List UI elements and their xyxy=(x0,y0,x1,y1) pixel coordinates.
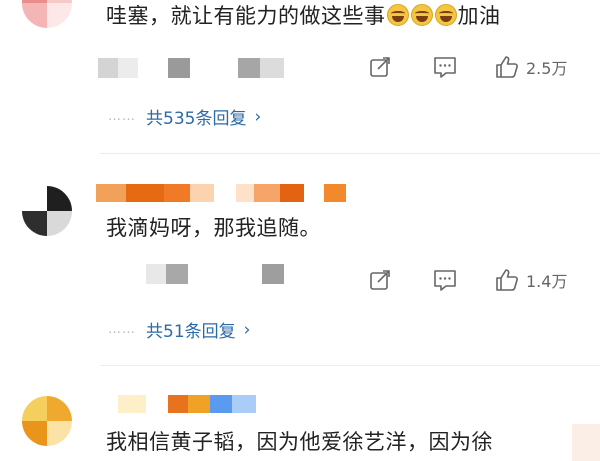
like-count: 1.4万 xyxy=(526,272,568,291)
share-button[interactable] xyxy=(368,55,392,79)
reply-count-text: 共51条回复 xyxy=(146,322,236,342)
reply-dots: …… xyxy=(108,322,136,337)
divider xyxy=(100,365,600,366)
view-replies-link[interactable]: …… 共51条回复 › xyxy=(108,317,251,343)
avatar[interactable] xyxy=(22,186,72,236)
chevron-right-icon: › xyxy=(243,319,251,340)
text-fade-overlay xyxy=(572,424,600,461)
avatar[interactable] xyxy=(22,396,72,446)
avatar[interactable] xyxy=(22,0,72,28)
reply-dots: …… xyxy=(108,109,136,124)
username-blurred[interactable] xyxy=(96,184,346,202)
comment-text: 我相信黄子韬，因为他爱徐艺洋，因为徐 xyxy=(106,430,493,454)
comment-text-main: 哇塞，就让有能力的做这些事 xyxy=(106,4,386,28)
comment-icon xyxy=(434,270,456,291)
thumbs-up-icon xyxy=(496,56,518,78)
comment-icon xyxy=(434,57,456,78)
comment-text: 我滴妈呀，那我追随。 xyxy=(106,216,321,240)
comment-button[interactable] xyxy=(432,268,458,292)
comment-button[interactable] xyxy=(432,55,458,79)
reply-count-text: 共535条回复 xyxy=(146,109,247,129)
laughing-emoji-icon xyxy=(386,4,409,26)
view-replies-link[interactable]: …… 共535条回复 › xyxy=(108,104,262,130)
comment-text: 哇塞，就让有能力的做这些事 加油 xyxy=(106,2,501,30)
comment-text-suffix: 加油 xyxy=(457,4,501,28)
thumbs-up-icon xyxy=(496,269,518,291)
chevron-right-icon: › xyxy=(254,106,262,127)
like-count: 2.5万 xyxy=(526,59,568,78)
share-icon xyxy=(370,57,390,77)
share-button[interactable] xyxy=(368,268,392,292)
like-button[interactable]: 2.5万 xyxy=(494,54,567,80)
username-blurred[interactable] xyxy=(118,395,256,413)
divider xyxy=(100,153,600,154)
laughing-emoji-icon xyxy=(434,4,457,26)
like-button[interactable]: 1.4万 xyxy=(494,267,567,293)
laughing-emoji-icon xyxy=(410,4,433,26)
share-icon xyxy=(370,270,390,290)
